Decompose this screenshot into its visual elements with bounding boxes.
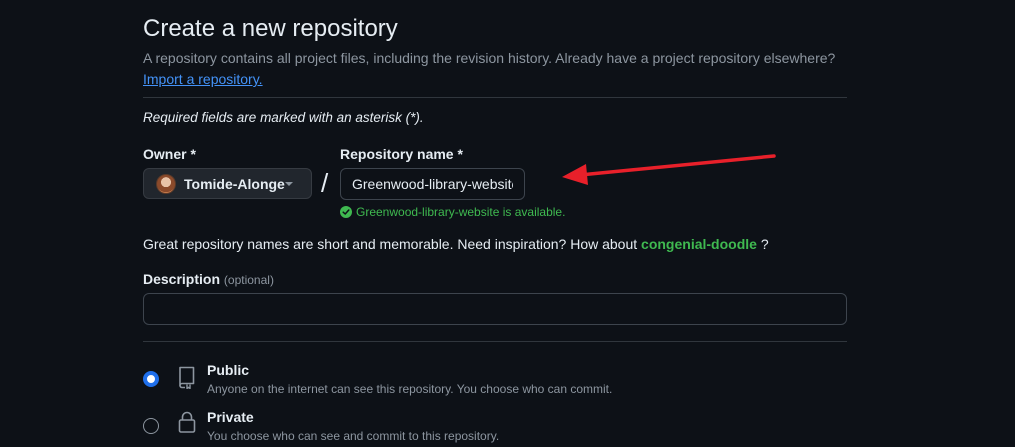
name-inspiration: Great repository names are short and mem…	[143, 236, 769, 252]
chevron-down-icon	[285, 182, 293, 186]
repository-name-label: Repository name *	[340, 146, 463, 162]
owner-label: Owner *	[143, 146, 196, 162]
check-circle-icon	[340, 206, 352, 218]
optional-hint: (optional)	[223, 273, 274, 287]
description-label-text: Description	[143, 271, 221, 287]
description-input[interactable]	[143, 293, 847, 325]
description-label: Description (optional)	[143, 271, 274, 287]
annotation-arrow-icon	[562, 154, 776, 185]
visibility-public-description: Anyone on the internet can see this repo…	[207, 382, 613, 396]
page: Create a new repository A repository con…	[0, 0, 1015, 447]
suggested-name-link[interactable]: congenial-doodle	[641, 236, 757, 252]
owner-repo-separator: /	[321, 168, 329, 198]
visibility-private-title: Private	[207, 409, 254, 425]
import-repository-link[interactable]: Import a repository.	[143, 71, 263, 87]
inspiration-end: ?	[760, 236, 769, 252]
page-subtitle: A repository contains all project files,…	[143, 50, 836, 66]
divider	[143, 97, 847, 98]
divider	[143, 341, 847, 342]
visibility-private-radio[interactable]	[143, 418, 159, 434]
availability-message: Greenwood-library-website is available.	[340, 205, 565, 219]
page-title: Create a new repository	[143, 15, 398, 42]
avatar	[156, 173, 176, 194]
repository-name-input[interactable]	[340, 168, 525, 200]
availability-text: Greenwood-library-website is available.	[356, 205, 566, 219]
visibility-private-description: You choose who can see and commit to thi…	[207, 429, 500, 443]
visibility-public-title: Public	[207, 362, 250, 378]
required-fields-note: Required fields are marked with an aster…	[143, 110, 424, 125]
repo-icon	[179, 366, 195, 389]
inspiration-text: Great repository names are short and mem…	[143, 236, 638, 252]
visibility-public-radio[interactable]	[143, 371, 159, 387]
owner-name: Tomide-Alonge	[184, 175, 285, 192]
lock-icon	[178, 411, 196, 433]
owner-dropdown[interactable]: Tomide-Alonge	[143, 168, 312, 199]
